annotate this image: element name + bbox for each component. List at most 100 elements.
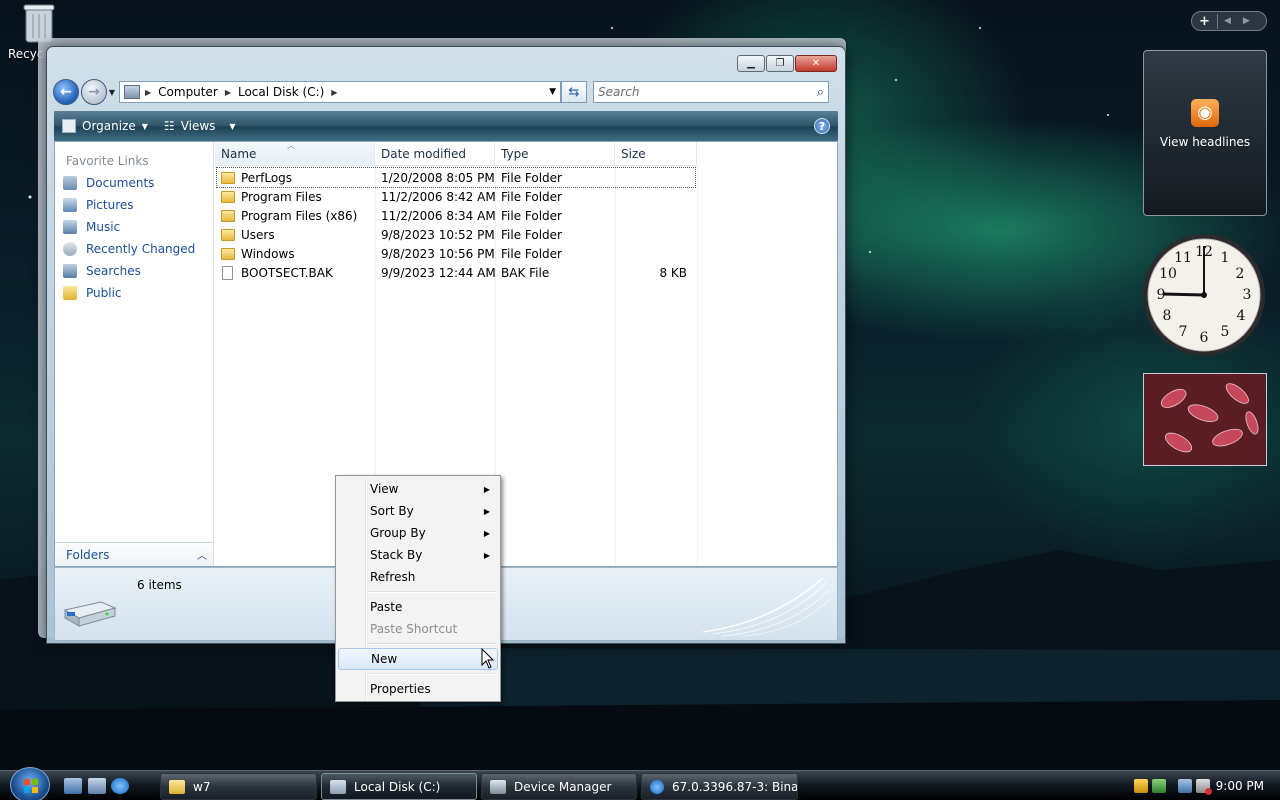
taskbar-button-local-disk[interactable]: Local Disk (C:) <box>321 773 477 800</box>
switch-windows-icon[interactable] <box>88 778 106 794</box>
file-name-cell[interactable]: Program Files <box>217 190 375 204</box>
show-desktop-icon[interactable] <box>64 778 82 794</box>
file-name-cell[interactable]: Windows <box>217 247 375 261</box>
address-dropdown-icon[interactable]: ▼ <box>549 87 560 97</box>
column-header-name[interactable]: ︿ Name <box>215 141 375 166</box>
file-row[interactable]: Program Files (x86) 11/2/2006 8:34 AM File… <box>217 206 695 225</box>
navigation-pane: Favorite Links Documents Pictures Music … <box>55 142 214 566</box>
file-row[interactable]: Users 9/8/2023 10:52 PM File Folder <box>217 225 695 244</box>
volume-muted-icon[interactable] <box>1196 779 1212 795</box>
windows-update-icon[interactable] <box>1152 779 1166 793</box>
file-name-cell[interactable]: BOOTSECT.BAK <box>217 265 375 280</box>
recently-changed-icon <box>63 242 77 256</box>
breadcrumb-separator[interactable]: ▶ <box>222 88 234 97</box>
forward-button[interactable]: → <box>81 79 107 105</box>
search-input[interactable]: Search ⌕ <box>593 81 829 103</box>
file-name-cell[interactable]: Users <box>217 228 375 242</box>
breadcrumb-computer[interactable]: Computer <box>154 85 222 99</box>
security-shield-icon[interactable] <box>1134 779 1148 793</box>
column-header-size[interactable]: Size <box>615 142 697 166</box>
breadcrumb-separator[interactable]: ▶ <box>328 88 340 97</box>
start-button[interactable] <box>10 767 50 800</box>
maximize-button[interactable]: ❐ <box>766 55 794 72</box>
menu-item-paste[interactable]: Paste <box>338 596 498 618</box>
file-row[interactable]: Windows 9/8/2023 10:56 PM File Folder <box>217 244 695 263</box>
public-folder-icon <box>63 286 77 300</box>
menu-item-new[interactable]: New▶ <box>338 648 498 670</box>
file-row[interactable]: PerfLogs 1/20/2008 8:05 PM File Folder <box>216 167 696 188</box>
slideshow-gadget[interactable] <box>1143 373 1267 466</box>
menu-item-view[interactable]: View ▶ <box>338 478 498 500</box>
column-header-label: Name <box>221 147 257 161</box>
minimize-button[interactable]: ▁ <box>737 55 765 72</box>
search-icon[interactable]: ⌕ <box>817 85 824 100</box>
nav-link-label: Music <box>86 220 121 234</box>
file-date: 11/2/2006 8:34 AM <box>381 208 495 223</box>
file-date: 9/8/2023 10:52 PM <box>381 227 495 242</box>
back-button[interactable]: ← <box>53 79 79 105</box>
next-page-icon[interactable]: ▶ <box>1237 16 1256 26</box>
rss-feed-icon: ◉ <box>1191 99 1219 127</box>
file-name-cell[interactable]: PerfLogs <box>217 171 375 185</box>
folder-icon <box>169 779 185 794</box>
sort-ascending-icon: ︿ <box>287 141 295 150</box>
file-row[interactable]: Program Files 11/2/2006 8:42 AM File Folde… <box>217 187 695 206</box>
nav-link-searches[interactable]: Searches <box>55 260 213 282</box>
previous-page-icon[interactable]: ◀ <box>1218 16 1237 26</box>
internet-explorer-icon[interactable] <box>111 778 129 794</box>
taskbar-button-w7[interactable]: w7 <box>160 773 317 800</box>
menu-item-sort-by[interactable]: Sort By ▶ <box>338 500 498 522</box>
clock-numeral: 1 <box>1221 250 1230 266</box>
nav-link-music[interactable]: Music <box>55 216 213 238</box>
clock-numeral: 8 <box>1163 308 1172 324</box>
address-bar[interactable]: ▶ Computer ▶ Local Disk (C:) ▶ ▼ <box>119 81 561 103</box>
folder-icon <box>221 247 235 260</box>
menu-item-group-by[interactable]: Group By ▶ <box>338 522 498 544</box>
feed-headlines-gadget[interactable]: ◉ View headlines <box>1143 50 1267 216</box>
column-header-date[interactable]: Date modified <box>375 142 495 166</box>
nav-link-public[interactable]: Public <box>55 282 213 304</box>
command-bar: Organize ▼ ☷ Views ▼ ? <box>54 111 838 141</box>
clock-gadget[interactable]: 12 1 2 3 4 5 6 7 8 9 10 11 <box>1141 232 1267 358</box>
network-icon[interactable] <box>1178 779 1192 793</box>
nav-link-pictures[interactable]: Pictures <box>55 194 213 216</box>
help-button[interactable]: ? <box>814 118 830 134</box>
views-button[interactable]: ☷ Views ▼ <box>156 119 244 133</box>
decorative-swoosh <box>702 577 832 637</box>
file-row[interactable]: BOOTSECT.BAK 9/9/2023 12:44 AM BAK File 8 K… <box>217 263 695 282</box>
close-button[interactable]: ✕ <box>795 55 837 72</box>
chevron-up-icon: ︿ <box>197 551 207 562</box>
mouse-cursor-icon <box>481 648 495 669</box>
menu-item-properties[interactable]: Properties <box>338 678 498 700</box>
add-gadget-button[interactable]: + <box>1192 13 1218 29</box>
device-manager-icon <box>490 779 506 794</box>
file-list[interactable]: ︿ Name Date modified Type Size PerfLogs 1… <box>215 141 837 566</box>
folders-toggle[interactable]: Folders ︿ <box>55 542 213 566</box>
file-type: File Folder <box>501 189 562 204</box>
file-name: BOOTSECT.BAK <box>241 265 333 280</box>
menu-item-label: View <box>370 482 399 496</box>
nav-link-documents[interactable]: Documents <box>55 172 213 194</box>
breadcrumb-local-disk[interactable]: Local Disk (C:) <box>234 85 328 99</box>
menu-separator <box>338 670 498 678</box>
refresh-button[interactable]: ⇆ <box>561 81 587 103</box>
file-type: File Folder <box>501 227 562 242</box>
menu-item-refresh[interactable]: Refresh <box>338 566 498 588</box>
nav-link-recently-changed[interactable]: Recently Changed <box>55 238 213 260</box>
breadcrumb-separator[interactable]: ▶ <box>142 88 154 97</box>
nav-link-label: Public <box>86 286 122 300</box>
menu-item-label: Group By <box>370 526 426 540</box>
windows-logo-icon <box>24 779 38 793</box>
views-icon: ☷ <box>163 119 175 133</box>
organize-icon <box>62 119 76 133</box>
recent-pages-dropdown[interactable]: ▼ <box>107 88 117 97</box>
clock-time[interactable]: 9:00 PM <box>1216 779 1264 793</box>
file-name-cell[interactable]: Program Files (x86) <box>217 209 375 223</box>
column-header-type[interactable]: Type <box>495 142 615 166</box>
submenu-arrow-icon: ▶ <box>483 550 490 560</box>
taskbar-button-device-manager[interactable]: Device Manager <box>481 773 637 800</box>
taskbar-button-browser[interactable]: 67.0.3396.87-3: Binar... <box>641 773 798 800</box>
menu-item-stack-by[interactable]: Stack By ▶ <box>338 544 498 566</box>
organize-button[interactable]: Organize ▼ <box>54 119 156 133</box>
folder-icon <box>221 228 235 241</box>
